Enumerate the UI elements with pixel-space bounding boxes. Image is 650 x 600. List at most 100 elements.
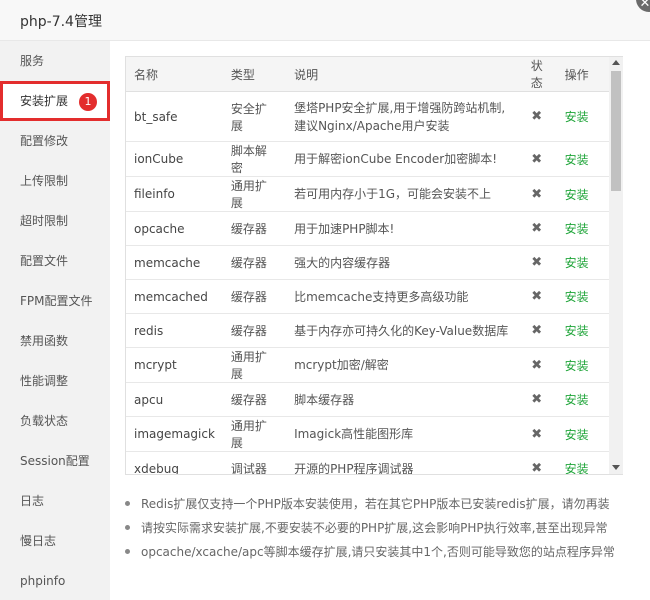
sidebar-item-fpm-config[interactable]: FPM配置文件 bbox=[0, 281, 110, 321]
install-link[interactable]: 安装 bbox=[565, 428, 589, 442]
sidebar-item-label: 安装扩展 bbox=[20, 94, 69, 108]
sidebar-item-slow-log[interactable]: 慢日志 bbox=[0, 521, 110, 561]
table-row: fileinfo 通用扩展 若可用内存小于1G，可能会安装不上 ✖ 安装 bbox=[126, 176, 610, 212]
sidebar-item-log[interactable]: 日志 bbox=[0, 481, 110, 521]
extension-type: 脚本解密 bbox=[222, 141, 287, 177]
note-text: 请按实际需求安装扩展,不要安装不必要的PHP扩展,这会影响PHP执行效率,甚至出… bbox=[141, 521, 608, 535]
extension-name: imagemagick bbox=[126, 416, 223, 452]
scroll-up-arrow-icon[interactable] bbox=[612, 60, 620, 65]
status-not-installed-icon: ✖ bbox=[516, 141, 557, 177]
scroll-thumb[interactable] bbox=[611, 71, 621, 191]
sidebar-item-label: 超时限制 bbox=[20, 214, 69, 228]
install-link[interactable]: 安装 bbox=[565, 462, 589, 474]
extension-type: 缓存器 bbox=[222, 279, 287, 314]
extension-name: memcached bbox=[126, 279, 223, 314]
table-row: memcache 缓存器 强大的内容缓存器 ✖ 安装 bbox=[126, 245, 610, 280]
column-header-type: 类型 bbox=[222, 57, 287, 92]
table-row: imagemagick 通用扩展 Imagick高性能图形库 ✖ 安装 bbox=[126, 416, 610, 452]
sidebar-item-service[interactable]: 服务 bbox=[0, 41, 110, 81]
extension-name: fileinfo bbox=[126, 176, 223, 212]
install-link[interactable]: 安装 bbox=[565, 153, 589, 167]
install-link[interactable]: 安装 bbox=[565, 188, 589, 202]
extension-name: xdebug bbox=[126, 451, 223, 474]
table-row: xdebug 调试器 开源的PHP程序调试器 ✖ 安装 bbox=[126, 451, 610, 474]
extension-type: 调试器 bbox=[222, 451, 287, 474]
sidebar-item-load-status[interactable]: 负载状态 bbox=[0, 401, 110, 441]
sidebar: 服务 安装扩展 1 配置修改 上传限制 超时限制 配置文件 FPM配置文件 禁用… bbox=[0, 41, 110, 600]
sidebar-item-upload-limit[interactable]: 上传限制 bbox=[0, 161, 110, 201]
extension-type: 缓存器 bbox=[222, 313, 287, 348]
note-text: Redis扩展仅支持一个PHP版本安装使用，若在其它PHP版本已安装redis扩… bbox=[141, 497, 610, 511]
sidebar-item-performance[interactable]: 性能调整 bbox=[0, 361, 110, 401]
sidebar-item-install-extension[interactable]: 安装扩展 1 bbox=[0, 81, 110, 121]
sidebar-item-label: FPM配置文件 bbox=[20, 294, 93, 308]
status-not-installed-icon: ✖ bbox=[516, 382, 557, 417]
note-item: 请按实际需求安装扩展,不要安装不必要的PHP扩展,这会影响PHP执行效率,甚至出… bbox=[125, 520, 625, 544]
extension-desc: 开源的PHP程序调试器 bbox=[286, 451, 517, 474]
install-link[interactable]: 安装 bbox=[565, 110, 589, 124]
step-badge: 1 bbox=[79, 93, 97, 111]
status-not-installed-icon: ✖ bbox=[516, 279, 557, 314]
extension-name: mcrypt bbox=[126, 347, 223, 383]
extension-type: 缓存器 bbox=[222, 211, 287, 246]
column-header-name: 名称 bbox=[126, 57, 223, 92]
extension-name: redis bbox=[126, 313, 223, 348]
extension-name: opcache bbox=[126, 211, 223, 246]
sidebar-item-label: 性能调整 bbox=[20, 374, 69, 388]
status-not-installed-icon: ✖ bbox=[516, 416, 557, 452]
bullet-icon bbox=[125, 501, 130, 506]
sidebar-item-session-config[interactable]: Session配置 bbox=[0, 441, 110, 481]
table-scrollbar[interactable] bbox=[609, 57, 623, 474]
extension-name: bt_safe bbox=[126, 91, 223, 142]
extension-type: 安全扩展 bbox=[222, 91, 287, 142]
install-link[interactable]: 安装 bbox=[565, 222, 589, 236]
table-row: mcrypt 通用扩展 mcrypt加密/解密 ✖ 安装 bbox=[126, 347, 610, 383]
extensions-table-container: 名称 类型 说明 状态 操作 bt_safe 安全扩展 堡塔PHP安全扩展,用于… bbox=[125, 56, 623, 475]
extension-name: memcache bbox=[126, 245, 223, 280]
install-link[interactable]: 安装 bbox=[565, 324, 589, 338]
sidebar-item-phpinfo[interactable]: phpinfo bbox=[0, 561, 110, 600]
table-row: apcu 缓存器 脚本缓存器 ✖ 安装 bbox=[126, 382, 610, 417]
sidebar-item-label: 负载状态 bbox=[20, 414, 69, 428]
bullet-icon bbox=[125, 549, 130, 554]
extension-desc: 用于解密ionCube Encoder加密脚本! bbox=[286, 141, 517, 177]
status-not-installed-icon: ✖ bbox=[516, 313, 557, 348]
extension-desc: 堡塔PHP安全扩展,用于增强防跨站机制,建议Nginx/Apache用户安装 bbox=[286, 91, 517, 142]
status-not-installed-icon: ✖ bbox=[516, 347, 557, 383]
sidebar-item-label: 日志 bbox=[20, 494, 45, 508]
status-not-installed-icon: ✖ bbox=[516, 211, 557, 246]
sidebar-item-label: 上传限制 bbox=[20, 174, 69, 188]
install-link[interactable]: 安装 bbox=[565, 393, 589, 407]
extension-desc: mcrypt加密/解密 bbox=[286, 347, 517, 383]
extension-desc: Imagick高性能图形库 bbox=[286, 416, 517, 452]
sidebar-item-config-edit[interactable]: 配置修改 bbox=[0, 121, 110, 161]
column-header-status: 状态 bbox=[516, 57, 557, 92]
sidebar-item-config-file[interactable]: 配置文件 bbox=[0, 241, 110, 281]
table-row: ionCube 脚本解密 用于解密ionCube Encoder加密脚本! ✖ … bbox=[126, 141, 610, 177]
sidebar-item-disabled-functions[interactable]: 禁用函数 bbox=[0, 321, 110, 361]
status-not-installed-icon: ✖ bbox=[516, 451, 557, 474]
extension-name: apcu bbox=[126, 382, 223, 417]
scroll-down-arrow-icon[interactable] bbox=[612, 465, 620, 470]
sidebar-item-label: 慢日志 bbox=[20, 534, 57, 548]
install-link[interactable]: 安装 bbox=[565, 256, 589, 270]
sidebar-item-label: 配置修改 bbox=[20, 134, 69, 148]
column-header-op: 操作 bbox=[556, 57, 610, 92]
install-link[interactable]: 安装 bbox=[565, 290, 589, 304]
sidebar-item-timeout-limit[interactable]: 超时限制 bbox=[0, 201, 110, 241]
extension-desc: 比memcache支持更多高级功能 bbox=[286, 279, 517, 314]
window-titlebar: php-7.4管理 bbox=[0, 0, 650, 41]
table-row: bt_safe 安全扩展 堡塔PHP安全扩展,用于增强防跨站机制,建议Nginx… bbox=[126, 91, 610, 142]
install-link[interactable]: 安装 bbox=[565, 359, 589, 373]
extension-type: 通用扩展 bbox=[222, 176, 287, 212]
note-item: Redis扩展仅支持一个PHP版本安装使用，若在其它PHP版本已安装redis扩… bbox=[125, 496, 625, 520]
window-title: php-7.4管理 bbox=[20, 14, 102, 30]
extension-desc: 脚本缓存器 bbox=[286, 382, 517, 417]
table-row: redis 缓存器 基于内存亦可持久化的Key-Value数据库 ✖ 安装 bbox=[126, 313, 610, 348]
sidebar-item-label: 服务 bbox=[20, 54, 45, 68]
sidebar-item-label: 配置文件 bbox=[20, 254, 69, 268]
extension-name: ionCube bbox=[126, 141, 223, 177]
table-header-row: 名称 类型 说明 状态 操作 bbox=[126, 57, 610, 92]
sidebar-item-label: Session配置 bbox=[20, 454, 90, 468]
notes-list: Redis扩展仅支持一个PHP版本安装使用，若在其它PHP版本已安装redis扩… bbox=[125, 496, 625, 568]
